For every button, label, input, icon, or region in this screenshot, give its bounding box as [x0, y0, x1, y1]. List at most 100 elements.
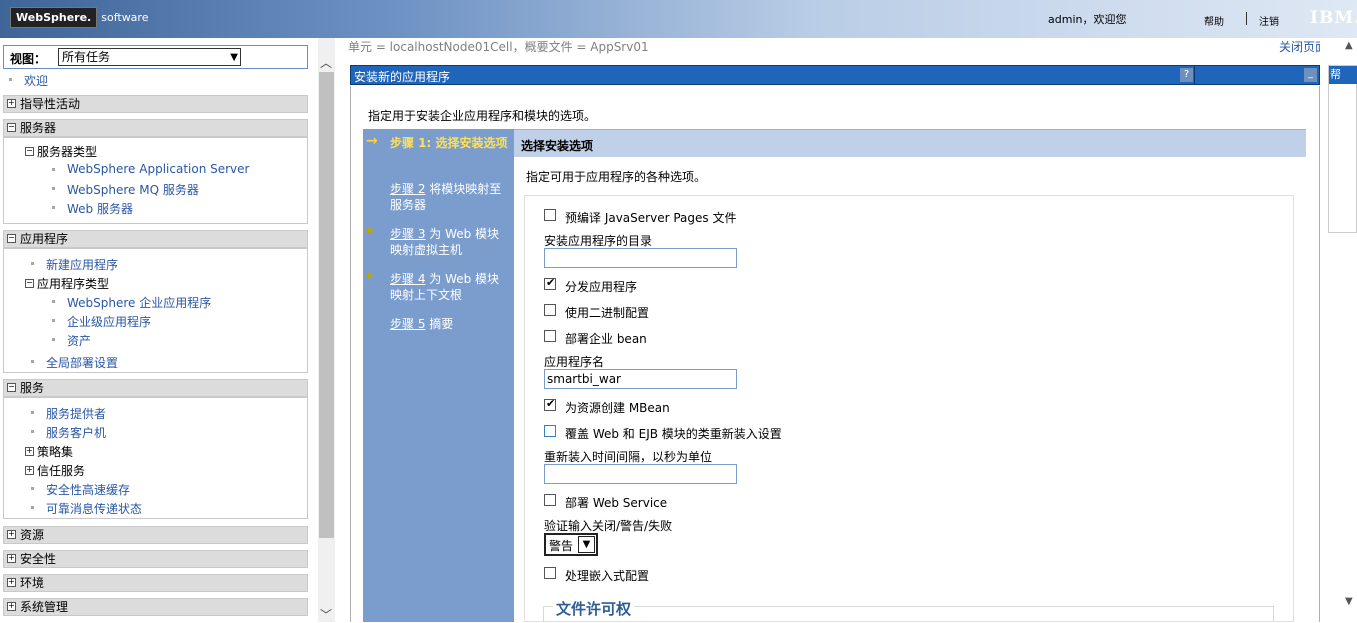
- content-title: 选择安装选项: [521, 139, 594, 153]
- bullet-icon: [52, 206, 55, 209]
- override-reload-checkbox[interactable]: [544, 425, 556, 437]
- nav-section-system-admin[interactable]: + 系统管理: [3, 598, 308, 616]
- panel-header: 安装新的应用程序 ? _: [350, 65, 1320, 85]
- nav-global-deploy[interactable]: 全局部署设置: [46, 354, 118, 371]
- step-4[interactable]: 步骤 4 为 Web 模块映射上下文根: [390, 271, 508, 303]
- bullet-icon: [31, 360, 34, 363]
- app-name-input[interactable]: smartbi_war: [544, 369, 737, 389]
- expand-icon: +: [25, 446, 34, 456]
- collapse-icon: −: [7, 382, 16, 392]
- page-scroll-up-icon[interactable]: ▲: [1345, 40, 1353, 51]
- nav-section-label: 指导性活动: [20, 97, 81, 111]
- top-banner: [0, 0, 1357, 38]
- nav-section-applications[interactable]: − 应用程序: [3, 230, 308, 248]
- expand-icon: +: [7, 577, 16, 587]
- nav-section-label: 应用程序: [20, 232, 69, 246]
- nav-reliable-messaging[interactable]: 可靠消息传递状态: [46, 500, 142, 517]
- expand-icon: +: [25, 465, 34, 475]
- nav-server-types[interactable]: 服务器类型: [37, 143, 97, 160]
- chevron-down-icon: ▼: [578, 536, 595, 553]
- nav-group-services: 服务提供者 服务客户机 + 策略集 + 信任服务 安全性高速缓存 可靠消息传递状…: [3, 397, 308, 519]
- nav-section-services[interactable]: − 服务: [3, 379, 308, 397]
- help-side-panel-title: 帮: [1329, 66, 1357, 84]
- minimize-icon[interactable]: _: [1304, 68, 1317, 82]
- nav-new-app[interactable]: 新建应用程序: [46, 256, 118, 273]
- reload-interval-input[interactable]: [544, 464, 737, 484]
- nav-service-clients[interactable]: 服务客户机: [46, 424, 106, 441]
- ibm-logo: IBM.: [1310, 8, 1357, 28]
- binary-config-label: 使用二进制配置: [565, 306, 650, 320]
- logout-link[interactable]: 注销: [1259, 13, 1279, 28]
- scroll-up-icon[interactable]: ︿: [320, 54, 332, 71]
- binary-config-checkbox[interactable]: [544, 304, 556, 316]
- view-select[interactable]: 所有任务 ▼: [58, 48, 241, 66]
- nav-group-applications: 新建应用程序 − 应用程序类型 WebSphere 企业应用程序 企业级应用程序…: [3, 248, 308, 373]
- deploy-webservice-checkbox[interactable]: [544, 494, 556, 506]
- app-name-label: 应用程序名: [544, 355, 605, 369]
- deploy-ejb-label: 部署企业 bean: [565, 332, 647, 346]
- bullet-icon: [9, 78, 12, 81]
- nav-scrollbar-thumb[interactable]: [319, 72, 334, 538]
- collapse-icon: −: [25, 278, 34, 288]
- nav-welcome[interactable]: 欢迎: [24, 72, 48, 89]
- nav-trust-service[interactable]: 信任服务: [37, 462, 85, 479]
- deploy-ejb-checkbox[interactable]: [544, 330, 556, 342]
- step-2[interactable]: 步骤 2 将模块映射至服务器: [390, 181, 508, 213]
- nav-item-assets[interactable]: 资产: [67, 332, 91, 349]
- nav-group-servers: − 服务器类型 WebSphere Application Server Web…: [3, 137, 308, 224]
- scroll-down-icon[interactable]: ﹀: [320, 606, 332, 623]
- nav-security-cache[interactable]: 安全性高速缓存: [46, 481, 130, 498]
- nav-item-was[interactable]: WebSphere Application Server: [67, 162, 249, 176]
- validate-select-value: 警告: [549, 539, 574, 553]
- override-reload-label: 覆盖 Web 和 EJB 模块的类重新装入设置: [565, 427, 782, 441]
- step-5[interactable]: 步骤 5 摘要: [390, 316, 508, 332]
- logo-bold: WebSphere.: [10, 6, 98, 28]
- nav-section-label: 服务器: [20, 121, 57, 135]
- help-link[interactable]: 帮助: [1204, 13, 1224, 28]
- bullet-icon: [52, 319, 55, 322]
- content-description: 指定可用于应用程序的各种选项。: [526, 170, 707, 184]
- expand-icon: +: [7, 529, 16, 539]
- websphere-logo: WebSphere. software: [10, 6, 148, 28]
- step-3[interactable]: 步骤 3 为 Web 模块映射虚拟主机: [390, 226, 508, 258]
- distribute-app-checkbox[interactable]: [544, 276, 556, 290]
- nav-section-servers[interactable]: − 服务器: [3, 119, 308, 137]
- intro-text: 指定用于安装企业应用程序和模块的选项。: [368, 109, 597, 123]
- collapse-icon: −: [7, 122, 16, 132]
- page-scroll-down-icon[interactable]: ▼: [1345, 596, 1353, 607]
- precompile-jsp-checkbox[interactable]: [544, 209, 556, 221]
- precompile-jsp-label: 预编译 JavaServer Pages 文件: [565, 211, 737, 225]
- validate-select[interactable]: 警告 ▼: [544, 533, 598, 556]
- nav-item-enterprise-app[interactable]: WebSphere 企业应用程序: [67, 294, 211, 311]
- expand-icon: +: [7, 553, 16, 563]
- nav-item-business-app[interactable]: 企业级应用程序: [67, 313, 151, 330]
- nav-item-mq[interactable]: WebSphere MQ 服务器: [67, 181, 199, 198]
- nav-section-security[interactable]: + 安全性: [3, 550, 308, 568]
- bullet-icon: [31, 487, 34, 490]
- collapse-icon: −: [7, 233, 16, 243]
- nav-section-environment[interactable]: + 环境: [3, 574, 308, 592]
- install-dir-input[interactable]: [544, 248, 737, 268]
- right-divider: [1320, 38, 1328, 622]
- nav-item-web-server[interactable]: Web 服务器: [67, 200, 133, 217]
- nav-service-providers[interactable]: 服务提供者: [46, 405, 106, 422]
- help-side-panel: 帮: [1328, 65, 1357, 233]
- distribute-app-label: 分发应用程序: [565, 280, 638, 294]
- nav-app-types[interactable]: 应用程序类型: [37, 275, 109, 292]
- deploy-webservice-label: 部署 Web Service: [565, 496, 668, 510]
- install-dir-label: 安装应用程序的目录: [544, 234, 653, 248]
- view-select-value: 所有任务: [62, 50, 111, 64]
- bullet-icon: [31, 262, 34, 265]
- help-icon[interactable]: ?: [1180, 68, 1193, 82]
- banner-separator: [1246, 12, 1247, 25]
- current-step-arrow-icon: →: [366, 133, 378, 149]
- nav-section-resources[interactable]: + 资源: [3, 526, 308, 544]
- expand-icon: +: [7, 601, 16, 611]
- user-greeting: admin，欢迎您: [1048, 13, 1127, 26]
- create-mbeans-checkbox[interactable]: [544, 397, 556, 411]
- process-embedded-checkbox[interactable]: [544, 567, 556, 579]
- bullet-icon: [52, 338, 55, 341]
- bullet-icon: [31, 411, 34, 414]
- nav-section-guided[interactable]: + 指导性活动: [3, 95, 308, 113]
- nav-policy-sets[interactable]: 策略集: [37, 443, 73, 460]
